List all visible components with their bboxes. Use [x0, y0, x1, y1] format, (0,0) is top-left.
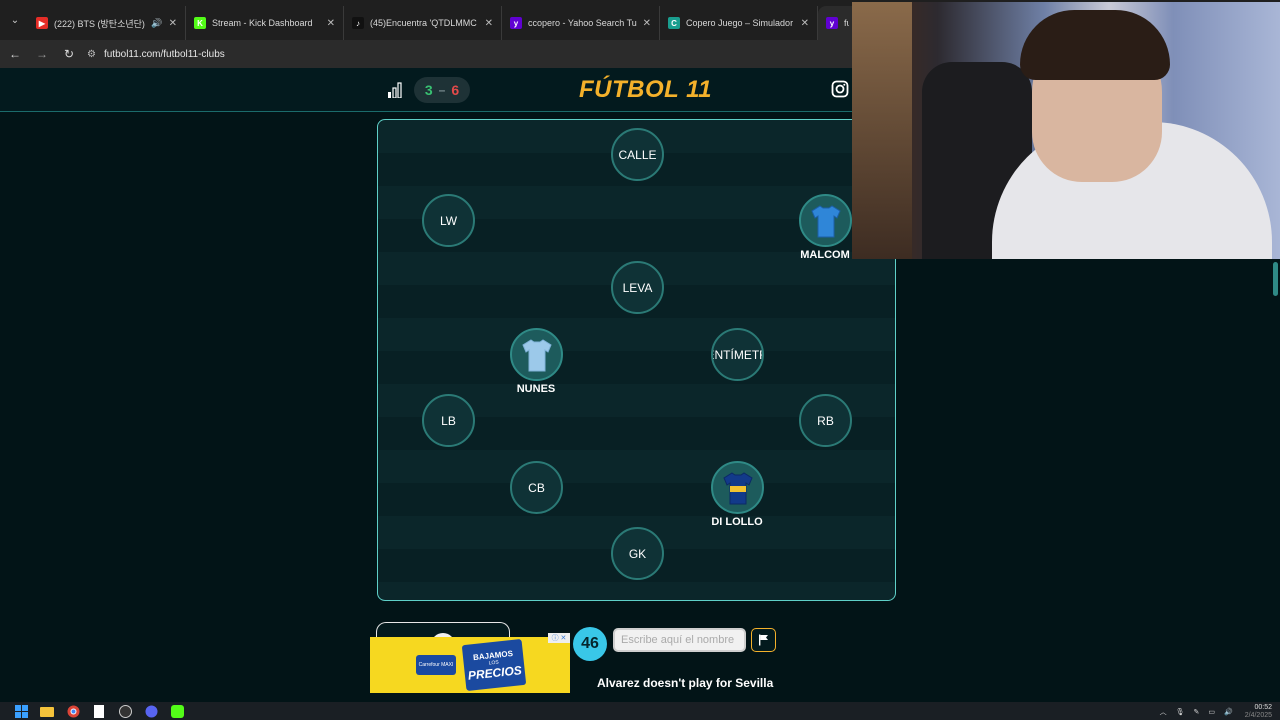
stats-bars-icon[interactable] [387, 82, 403, 98]
position-slot-rb[interactable]: RB [799, 394, 852, 447]
system-clock[interactable]: 00:52 2/4/2025 [1245, 704, 1272, 720]
advertisement-banner[interactable]: Carrefour MAXI BAJAMOS LOS PRECIOS [370, 637, 570, 693]
remaining-counter: 46 [573, 627, 607, 661]
tab-close-icon[interactable]: ✕ [643, 18, 651, 29]
tab-favicon-icon: y [510, 17, 522, 29]
tab-favicon-icon: y [826, 17, 838, 29]
network-icon[interactable]: ▭ [1208, 708, 1215, 716]
tab-close-icon[interactable]: ✕ [801, 18, 809, 29]
football-pitch: CALLELWMALCOMLEVANUNESCENTÍMETROLBRBCBDI… [377, 119, 896, 601]
kick-app-icon[interactable] [170, 704, 184, 718]
tab-close-icon[interactable]: ✕ [327, 18, 335, 29]
ad-close-button[interactable]: ⓘ ✕ [548, 633, 570, 643]
position-slot-rw[interactable] [799, 194, 852, 247]
tab-title: Stream - Kick Dashboard [212, 18, 313, 28]
position-slot-label: LW [439, 213, 458, 228]
player-name-input[interactable] [613, 628, 746, 652]
position-slot-cam[interactable]: LEVA [611, 261, 664, 314]
webcam-background-shelf [852, 2, 912, 259]
ad-brand-logo: Carrefour MAXI [416, 655, 456, 675]
tab-favicon-icon: ♪ [352, 17, 364, 29]
position-slot-gk[interactable]: GK [611, 527, 664, 580]
os-taskbar: ︿ 🎙 ✎ ▭ 🔊 00:52 2/4/2025 [0, 702, 1280, 720]
obs-icon[interactable] [118, 704, 132, 718]
score-losses: 6 [451, 82, 460, 98]
player-shirt-icon [810, 204, 841, 237]
score-wins: 3 [424, 82, 433, 98]
chrome-icon[interactable] [66, 704, 80, 718]
position-slot-label: CALLE [618, 147, 657, 162]
position-slot-rcb[interactable] [711, 461, 764, 514]
browser-tab[interactable]: ▶ (222) BTS (방탄소년단) 'Dyn 🔊 ✕ [28, 6, 186, 40]
tab-title: Copero Juego – Simulador de [686, 18, 795, 28]
windows-start-icon[interactable] [14, 704, 28, 718]
webcam-overlay [852, 2, 1280, 259]
browser-tab[interactable]: ♪ (45)Encuentra 'QTDLMMC QBC ✕ [344, 6, 502, 40]
tab-close-icon[interactable]: ✕ [485, 18, 493, 29]
reload-icon[interactable]: ↻ [57, 47, 81, 61]
position-slot-lw[interactable]: LW [422, 194, 475, 247]
tab-title: ccopero - Yahoo Search Tus re [528, 18, 637, 28]
file-explorer-icon[interactable] [40, 704, 54, 718]
position-slot-label: GK [628, 546, 647, 561]
position-slot-lb[interactable]: LB [422, 394, 475, 447]
browser-tab[interactable]: y ccopero - Yahoo Search Tus re ✕ [502, 6, 660, 40]
player-name-label: NUNES [516, 383, 556, 395]
tab-close-icon[interactable]: ✕ [169, 18, 177, 29]
back-arrow-icon[interactable]: ← [3, 47, 27, 61]
logo-word: FÚTBOL [579, 76, 679, 103]
microphone-icon[interactable]: 🎙 [1176, 708, 1185, 716]
flag-icon [759, 634, 768, 646]
tab-title: (45)Encuentra 'QTDLMMC QBC [370, 18, 479, 28]
clock-date: 2/4/2025 [1244, 712, 1272, 719]
document-icon[interactable] [92, 704, 106, 718]
position-slot-label: RB [817, 413, 834, 428]
score-pill: 3 – 6 [414, 77, 470, 103]
volume-icon[interactable]: 🔊 [1224, 708, 1233, 716]
position-slot-lcb[interactable]: CB [510, 461, 563, 514]
logo-number: 11 [686, 76, 712, 103]
position-slot-st[interactable]: CALLE [611, 128, 664, 181]
browser-tab[interactable]: C Copero Juego – Simulador de ✕ [660, 6, 818, 40]
tab-favicon-icon: K [194, 17, 206, 29]
forward-arrow-icon[interactable]: → [30, 47, 54, 61]
system-tray: ︿ 🎙 ✎ ▭ 🔊 00:52 2/4/2025 [1151, 704, 1272, 720]
player-shirt-icon [722, 471, 753, 504]
ad-line3: PRECIOS [467, 662, 523, 683]
tab-favicon-icon: ▶ [36, 17, 48, 29]
browser-tab[interactable]: K Stream - Kick Dashboard ✕ [186, 6, 344, 40]
page-scrollbar[interactable] [1273, 262, 1278, 296]
clock-time: 00:52 [1254, 704, 1272, 711]
position-slot-label: CB [528, 480, 545, 495]
position-slot-label: LEVA [622, 280, 653, 295]
give-up-flag-button[interactable] [751, 628, 776, 652]
player-shirt-icon [521, 338, 552, 371]
position-slot-label: LB [441, 413, 456, 428]
url-text: futbol11.com/futbol11-clubs [103, 48, 225, 60]
tab-favicon-icon: C [668, 17, 680, 29]
tray-chevron-icon[interactable]: ︿ [1160, 707, 1167, 717]
player-name-label: DI LOLLO [711, 516, 763, 528]
pen-icon[interactable]: ✎ [1194, 708, 1200, 716]
site-logo[interactable]: FÚTBOL 11 [579, 76, 712, 104]
tab-audio-icon[interactable]: 🔊 [151, 18, 162, 29]
webcam-hair [1020, 10, 1170, 80]
tab-title: (222) BTS (방탄소년단) 'Dyn [54, 18, 147, 29]
position-slot-rcm[interactable]: CENTÍMETRO [711, 328, 764, 381]
instagram-icon[interactable] [831, 80, 849, 98]
score-separator: – [438, 83, 446, 97]
discord-icon[interactable] [144, 704, 158, 718]
tab-search-chevron-icon[interactable]: ⌄ [2, 7, 28, 33]
position-slot-label: CENTÍMETRO [713, 347, 762, 362]
position-slot-lcm[interactable] [510, 328, 563, 381]
address-bar[interactable]: ⚙ futbol11.com/futbol11-clubs [87, 43, 225, 65]
feedback-message: Alvarez doesn't play for Sevilla [597, 676, 774, 690]
site-info-icon[interactable]: ⚙ [87, 49, 96, 60]
ad-badge: BAJAMOS LOS PRECIOS [461, 638, 527, 692]
tab-title: futb [844, 18, 849, 28]
